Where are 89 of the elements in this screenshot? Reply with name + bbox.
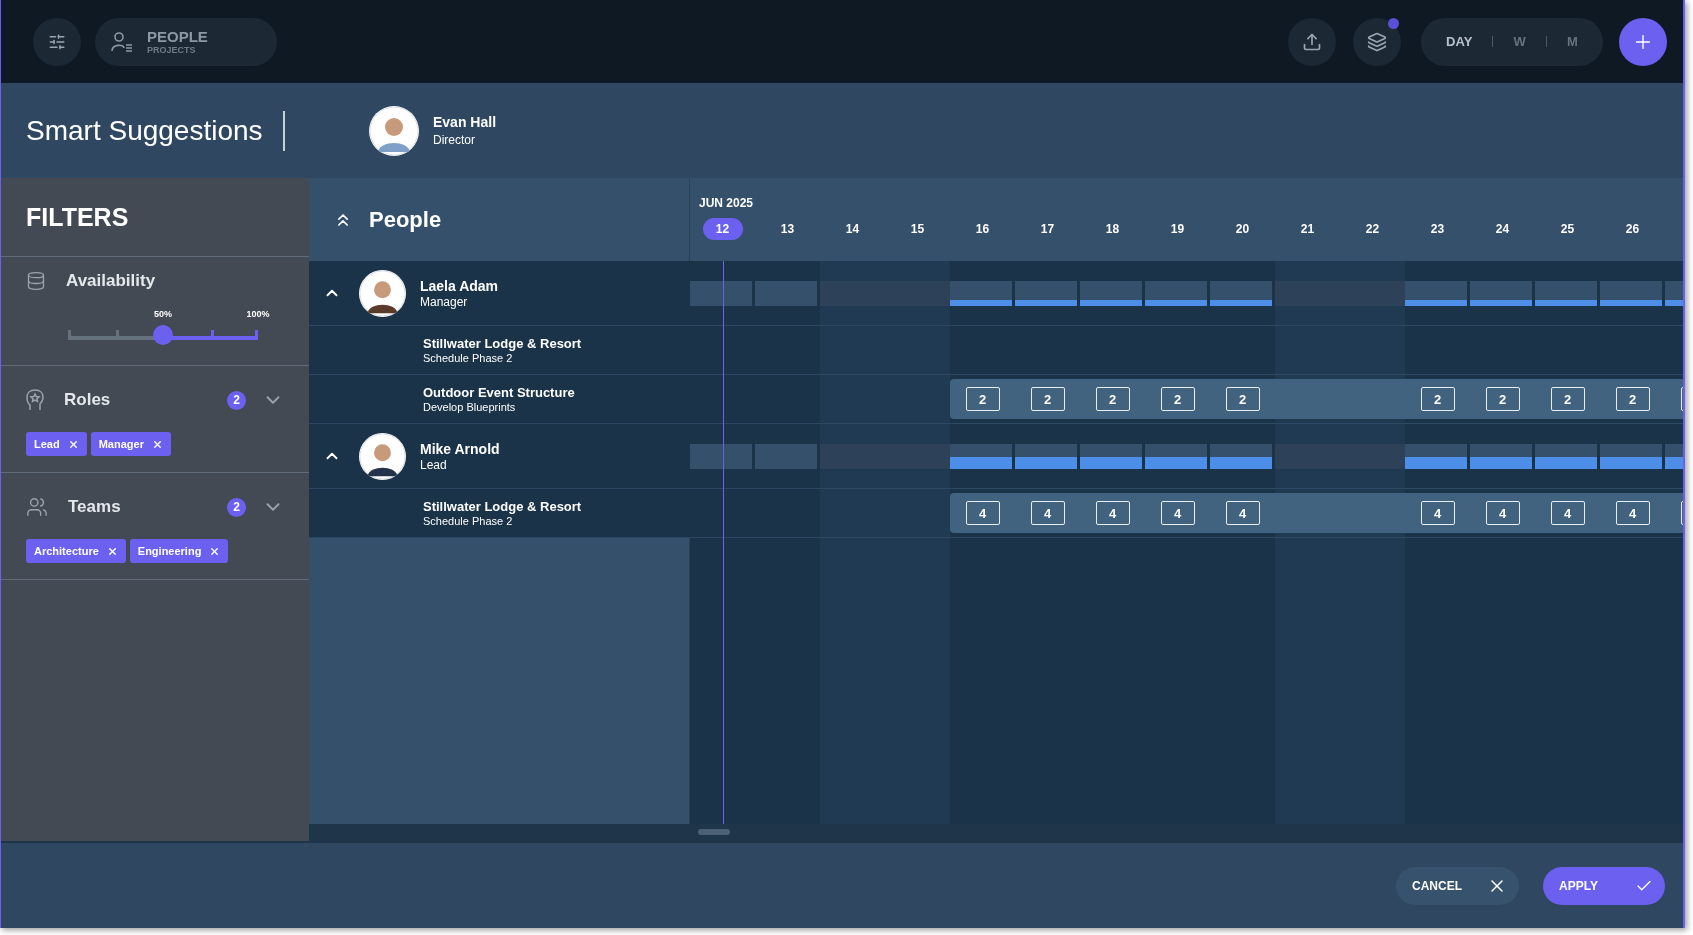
day-label[interactable]: 25 [1547,218,1588,240]
task-name: Develop Blueprints [423,401,517,413]
slider-value: 50% [154,309,172,319]
day-label[interactable]: 24 [1482,218,1523,240]
hours-value[interactable]: 4 [965,501,1000,525]
project-name: Outdoor Event Structure [423,385,576,400]
add-button[interactable] [1619,17,1667,66]
filter-chip[interactable]: Engineering [129,539,229,563]
project-name: Stillwater Lodge & Resort [423,499,583,514]
hours-value[interactable]: 4 [1030,501,1065,525]
person-role: Director [433,133,476,147]
layers-icon [1367,31,1387,52]
apply-button[interactable]: APPLY [1543,866,1665,905]
hours-value[interactable]: 2 [1160,387,1195,411]
upload-button[interactable] [1288,17,1336,66]
hours-value[interactable]: 2 [1030,387,1065,411]
project-row[interactable]: Stillwater Lodge & Resort Schedule Phase 2 [309,326,690,375]
hours-value[interactable]: 4 [1095,501,1130,525]
filter-button[interactable] [33,17,81,66]
day-label[interactable]: 16 [962,218,1003,240]
hours-value[interactable]: 4 [1615,501,1650,525]
hours-value[interactable]: 2 [1095,387,1130,411]
day-label[interactable]: 26 [1612,218,1653,240]
day-label[interactable]: 18 [1092,218,1133,240]
day-label[interactable]: 19 [1157,218,1198,240]
remove-icon[interactable] [67,438,79,450]
filter-chip[interactable]: Architecture [26,539,126,563]
person-row[interactable]: Laela Adam Manager [309,261,690,326]
day-label[interactable]: 22 [1352,218,1393,240]
dialog-title: Smart Suggestions [1,110,285,151]
day-label[interactable]: 13 [767,218,808,240]
person-name: Mike Arnold [420,440,500,457]
day-label[interactable]: 15 [897,218,938,240]
hours-value[interactable]: 2 [1485,387,1520,411]
people-icon [26,496,48,518]
day-label[interactable]: 14 [832,218,873,240]
day-label[interactable]: 17 [1027,218,1068,240]
layers-button[interactable] [1353,17,1401,66]
hours-value[interactable]: 2 [1420,387,1455,411]
day-label[interactable]: 12 [702,218,743,240]
project-row[interactable]: Stillwater Lodge & Resort Schedule Phase 2 [309,489,690,538]
task-name: Schedule Phase 2 [423,515,514,527]
slider-max-label: 100% [246,309,270,319]
filter-label: Teams [68,497,122,517]
task-name: Schedule Phase 2 [423,352,514,364]
hours-value[interactable]: 2 [1225,387,1260,411]
database-icon [26,271,46,291]
day-label[interactable]: 23 [1417,218,1458,240]
count-badge: 2 [227,497,246,517]
scrollbar-thumb[interactable] [698,829,730,835]
project-name: Stillwater Lodge & Resort [423,336,583,351]
avatar [359,269,406,317]
hours-value[interactable]: 4 [1225,501,1260,525]
hours-value[interactable]: 2 [1550,387,1585,411]
remove-icon[interactable] [106,545,118,557]
scale-tab[interactable]: DAY [1440,30,1479,53]
cancel-button[interactable]: CANCEL [1396,866,1519,905]
remove-icon[interactable] [151,438,163,450]
upload-icon [1302,31,1322,52]
view-switcher[interactable]: PEOPLE PROJECTS [95,17,277,66]
person-role: Manager [420,294,469,309]
sliders-icon [48,32,66,51]
hours-value[interactable]: 2 [965,387,1000,411]
count-badge: 2 [227,390,246,410]
hours-value[interactable]: 4 [1485,501,1520,525]
filter-label: Roles [64,390,112,410]
column-title: People [369,206,442,233]
project-row[interactable]: Outdoor Event Structure Develop Blueprints [309,375,690,424]
hours-value[interactable]: 4 [1420,501,1455,525]
hours-value[interactable]: 2 [1615,387,1650,411]
person-row[interactable]: Mike Arnold Lead [309,424,690,489]
person-name: Evan Hall [433,114,497,130]
avatar [359,432,406,480]
avatar [369,105,419,156]
day-label[interactable]: 21 [1287,218,1328,240]
head-star-icon [26,389,44,411]
filter-label: Availability [66,271,157,291]
month-label: JUN 2025 [698,196,755,212]
day-label[interactable]: 20 [1222,218,1263,240]
slider-thumb[interactable] [153,325,173,345]
person-list-icon [111,30,133,53]
filter-chip[interactable]: Manager [90,432,171,456]
hours-value[interactable]: 4 [1160,501,1195,525]
availability-slider[interactable] [68,325,258,345]
filter-chip[interactable]: Lead [26,432,87,456]
remove-icon[interactable] [209,545,221,557]
hours-value[interactable]: 4 [1550,501,1585,525]
person-name: Laela Adam [420,277,499,294]
person-role: Lead [420,457,448,472]
